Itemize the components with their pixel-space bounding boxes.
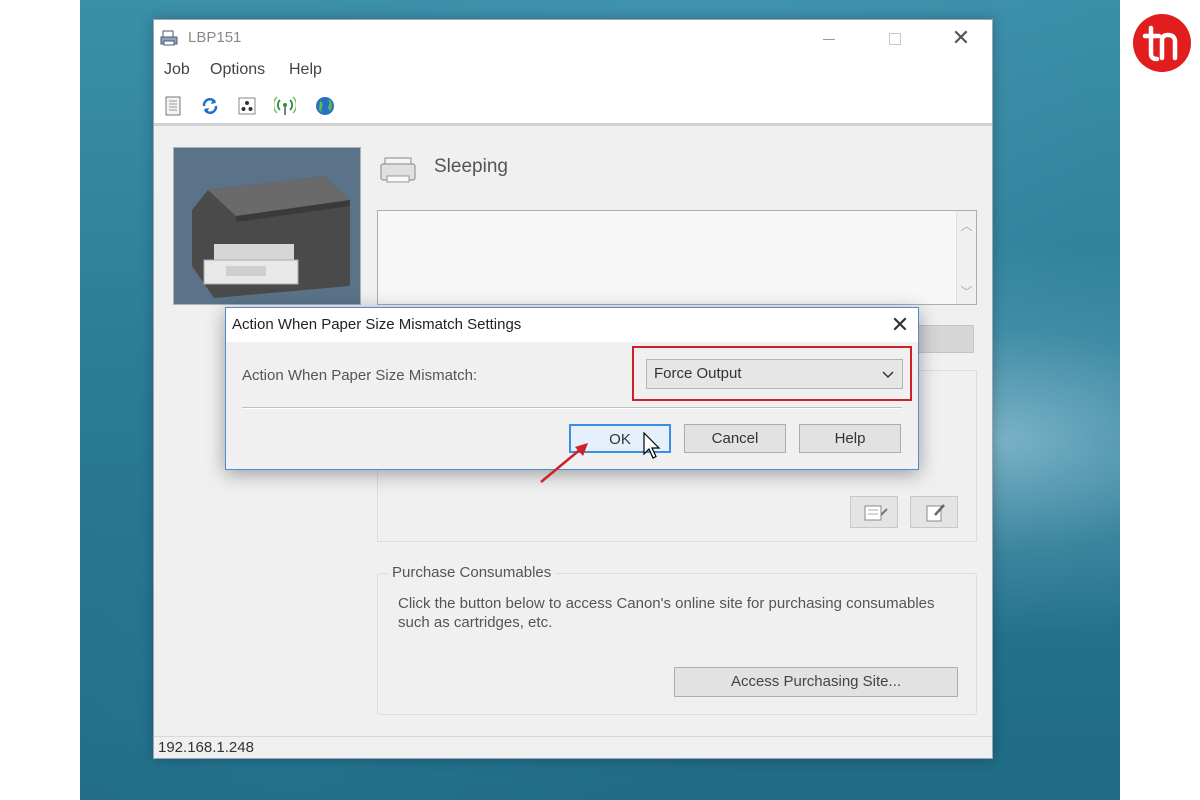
- close-icon: ✕: [890, 312, 910, 337]
- purchase-legend: Purchase Consumables: [388, 564, 556, 581]
- disabled-button: [914, 325, 974, 353]
- purchase-description: Click the button below to access Canon's…: [398, 595, 935, 631]
- maximize-icon: [889, 33, 901, 46]
- printer-image: [173, 147, 361, 305]
- red-arrow-annotation: [540, 443, 588, 483]
- ip-address: 192.168.1.248: [158, 739, 254, 756]
- scroll-down-icon[interactable]: ﹀: [957, 283, 976, 300]
- dialog-separator: [242, 407, 902, 409]
- title-bar: LBP151 ✕: [154, 20, 992, 56]
- menu-help[interactable]: Help: [289, 61, 322, 79]
- dialog-title-bar: Action When Paper Size Mismatch Settings…: [226, 308, 918, 342]
- mismatch-action-value: Force Output: [654, 365, 742, 382]
- maximize-button[interactable]: [872, 20, 918, 56]
- minimize-button[interactable]: [806, 20, 852, 56]
- document-icon[interactable]: [162, 95, 184, 117]
- window-title: LBP151: [188, 29, 242, 46]
- edit-settings-icon: [864, 505, 888, 521]
- pencil-icon: [926, 504, 945, 522]
- close-icon: ✕: [951, 25, 971, 50]
- refresh-icon[interactable]: [199, 95, 221, 117]
- menu-options[interactable]: Options: [210, 61, 265, 79]
- cancel-button[interactable]: Cancel: [684, 424, 786, 453]
- status-scrollbar[interactable]: ︿ ﹀: [956, 211, 976, 304]
- printer-status-icon: [380, 157, 416, 183]
- help-button[interactable]: Help: [799, 424, 901, 453]
- chevron-down-icon: [882, 371, 894, 379]
- panel-edit-button[interactable]: [910, 496, 958, 528]
- status-message-box: ︿ ﹀: [377, 210, 977, 305]
- mismatch-action-label: Action When Paper Size Mismatch:: [242, 367, 478, 384]
- panel-settings-button[interactable]: [850, 496, 898, 528]
- purchase-consumables-group: Purchase Consumables Click the button be…: [377, 564, 977, 715]
- dialog-close-button[interactable]: ✕: [882, 308, 918, 342]
- mismatch-action-select[interactable]: Force Output: [646, 359, 903, 389]
- close-button[interactable]: ✕: [938, 20, 984, 56]
- printer-status-text: Sleeping: [434, 156, 508, 177]
- printer-app-icon: [160, 30, 178, 46]
- toner-icon[interactable]: [236, 95, 258, 117]
- toolbar: [154, 86, 992, 126]
- globe-icon[interactable]: [314, 95, 336, 117]
- wireless-icon[interactable]: [274, 95, 296, 117]
- minimize-icon: [823, 38, 835, 40]
- brand-logo: [1133, 14, 1191, 72]
- access-purchasing-site-button[interactable]: Access Purchasing Site...: [674, 667, 958, 697]
- mouse-cursor-icon: [643, 432, 661, 459]
- scroll-up-icon[interactable]: ︿: [957, 217, 976, 234]
- status-bar: 192.168.1.248: [154, 736, 992, 758]
- menu-job[interactable]: Job: [164, 61, 190, 79]
- dialog-title: Action When Paper Size Mismatch Settings: [232, 316, 522, 333]
- menu-bar: Job Options Help: [154, 56, 992, 86]
